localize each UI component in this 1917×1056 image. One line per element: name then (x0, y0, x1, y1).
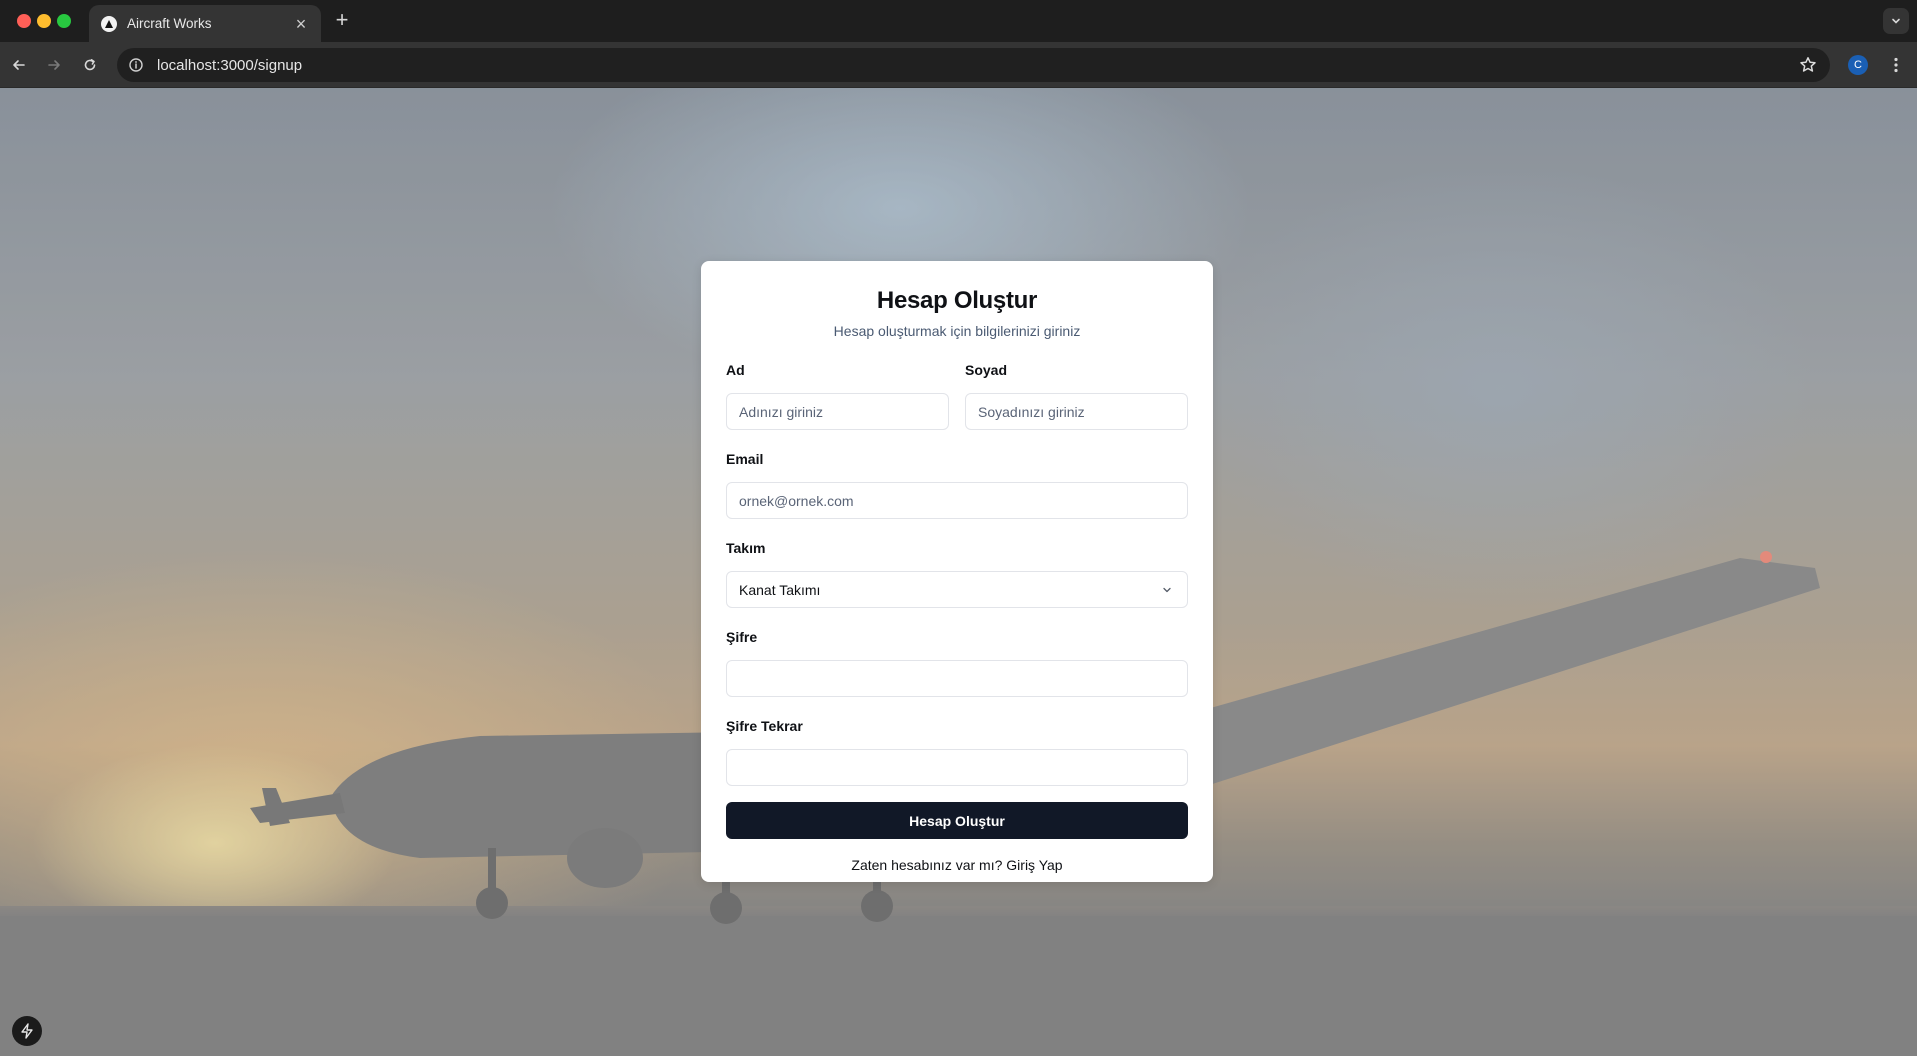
page-viewport: Hesap Oluştur Hesap oluşturmak için bilg… (0, 88, 1917, 1056)
name-row: Ad Soyad (726, 361, 1188, 430)
browser-tab-active[interactable]: Aircraft Works × (89, 5, 321, 42)
last-name-input[interactable] (965, 393, 1188, 430)
tab-list-chevron-icon[interactable] (1883, 8, 1909, 34)
page-subtitle: Hesap oluşturmak için bilgilerinizi giri… (833, 323, 1081, 339)
kebab-menu-icon[interactable] (1886, 55, 1906, 75)
last-name-field-group: Soyad (965, 361, 1188, 430)
back-arrow-icon[interactable] (9, 55, 29, 75)
url-text[interactable]: localhost:3000/signup (157, 57, 302, 74)
window-zoom-button[interactable] (57, 14, 71, 28)
triangle-favicon-icon (101, 15, 117, 32)
new-tab-icon[interactable]: + (331, 9, 353, 31)
team-select-value: Kanat Takımı (739, 581, 821, 598)
password-label: Şifre (726, 629, 758, 645)
email-input[interactable] (726, 482, 1188, 519)
page-title: Hesap Oluştur (876, 287, 1038, 314)
last-name-label: Soyad (965, 362, 1008, 378)
reload-icon[interactable] (80, 55, 100, 75)
password-field-group: Şifre (726, 628, 1188, 697)
window-minimize-button[interactable] (37, 14, 51, 28)
password-confirm-input[interactable] (726, 749, 1188, 786)
tab-close-icon[interactable]: × (293, 15, 309, 33)
tab-title: Aircraft Works (127, 16, 212, 31)
password-confirm-label: Şifre Tekrar (726, 718, 803, 734)
signup-card: Hesap Oluştur Hesap oluşturmak için bilg… (701, 261, 1213, 882)
dev-tools-lightning-icon[interactable] (12, 1016, 42, 1046)
address-bar[interactable]: localhost:3000/signup (117, 48, 1830, 82)
browser-tab-bar: Aircraft Works × + (0, 0, 1917, 42)
email-field-group: Email (726, 450, 1188, 519)
team-select[interactable]: Kanat Takımı (726, 571, 1188, 608)
forward-arrow-icon[interactable] (44, 55, 64, 75)
login-prompt-text: Zaten hesabınız var mı? (851, 857, 1003, 873)
login-link[interactable]: Giriş Yap (1006, 857, 1062, 873)
bookmark-star-icon[interactable] (1798, 55, 1818, 75)
login-prompt: Zaten hesabınız var mı? Giriş Yap (726, 856, 1188, 874)
first-name-input[interactable] (726, 393, 949, 430)
create-account-button[interactable]: Hesap Oluştur (726, 802, 1188, 839)
first-name-field-group: Ad (726, 361, 949, 430)
window-close-button[interactable] (17, 14, 31, 28)
team-field-group: Takım Kanat Takımı (726, 539, 1188, 608)
browser-toolbar: localhost:3000/signup C (0, 42, 1917, 88)
chevron-down-icon (1159, 582, 1175, 598)
first-name-label: Ad (726, 362, 745, 378)
password-confirm-field-group: Şifre Tekrar (726, 717, 1188, 786)
email-label: Email (726, 451, 764, 467)
site-info-icon[interactable] (127, 56, 145, 74)
team-label: Takım (726, 540, 766, 556)
profile-avatar[interactable]: C (1848, 55, 1868, 75)
password-input[interactable] (726, 660, 1188, 697)
